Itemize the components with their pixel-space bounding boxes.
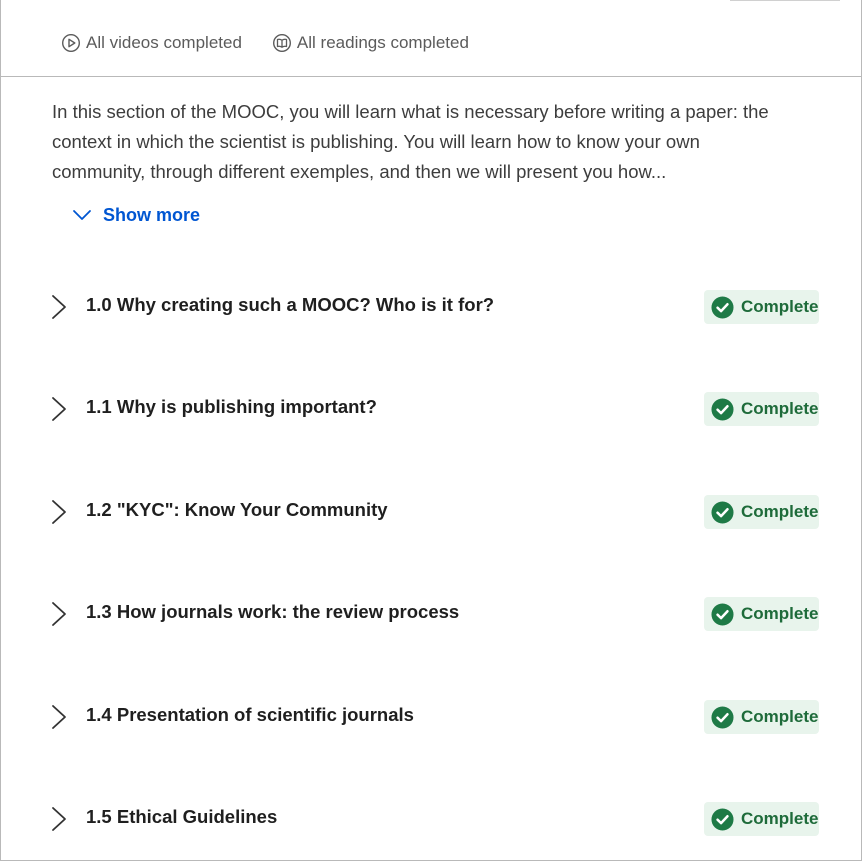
complete-label: Complete (741, 297, 819, 316)
tab-edge (730, 0, 840, 1)
header-divider (1, 76, 862, 77)
chevron-right-icon (52, 807, 66, 831)
completion-status-row: All videos completed All readings comple… (61, 31, 469, 55)
chevron-right-icon (52, 602, 66, 626)
module-panel: All videos completed All readings comple… (0, 0, 862, 861)
check-circle-icon (711, 500, 734, 524)
lesson-item[interactable]: 1.1 Why is publishing important? Complet… (1, 384, 863, 434)
complete-badge: Complete (704, 392, 819, 426)
chevron-right-icon (52, 295, 66, 319)
complete-label: Complete (741, 809, 819, 828)
lesson-title: 1.3 How journals work: the review proces… (86, 601, 460, 622)
complete-badge: Complete (704, 495, 819, 529)
check-circle-icon (711, 295, 734, 319)
lesson-title: 1.0 Why creating such a MOOC? Who is it … (86, 294, 495, 315)
check-circle-icon (711, 705, 734, 729)
lesson-item[interactable]: 1.3 How journals work: the review proces… (1, 589, 863, 639)
complete-label: Complete (741, 502, 819, 521)
show-more-button[interactable]: Show more (71, 204, 200, 226)
lesson-item[interactable]: 1.2 "KYC": Know Your Community Complete (1, 487, 863, 537)
book-icon (272, 33, 291, 53)
complete-label: Complete (741, 707, 819, 726)
complete-badge: Complete (704, 290, 819, 324)
chevron-down-icon (73, 210, 91, 220)
check-circle-icon (711, 397, 734, 421)
complete-badge: Complete (704, 700, 819, 734)
videos-status: All videos completed (61, 33, 242, 53)
show-more-label: Show more (103, 204, 201, 225)
readings-status: All readings completed (272, 33, 469, 53)
chevron-right-icon (52, 500, 66, 524)
lesson-title: 1.1 Why is publishing important? (86, 396, 377, 417)
complete-badge: Complete (704, 597, 819, 631)
complete-label: Complete (741, 604, 819, 623)
lesson-title: 1.5 Ethical Guidelines (86, 806, 278, 827)
videos-status-label: All videos completed (86, 33, 242, 52)
lesson-title: 1.2 "KYC": Know Your Community (86, 499, 388, 520)
check-circle-icon (711, 602, 734, 626)
readings-status-label: All readings completed (296, 33, 469, 52)
check-circle-icon (711, 807, 734, 831)
complete-label: Complete (741, 399, 819, 418)
module-description: In this section of the MOOC, you will le… (52, 101, 769, 182)
complete-badge: Complete (704, 802, 819, 836)
play-circle-icon (61, 33, 81, 53)
lesson-item[interactable]: 1.0 Why creating such a MOOC? Who is it … (1, 282, 863, 332)
chevron-right-icon (52, 397, 66, 421)
lesson-item[interactable]: 1.5 Ethical Guidelines Complete (1, 794, 863, 844)
lesson-title: 1.4 Presentation of scientific journals (86, 704, 414, 725)
chevron-right-icon (52, 705, 66, 729)
lesson-item[interactable]: 1.4 Presentation of scientific journals … (1, 692, 863, 742)
